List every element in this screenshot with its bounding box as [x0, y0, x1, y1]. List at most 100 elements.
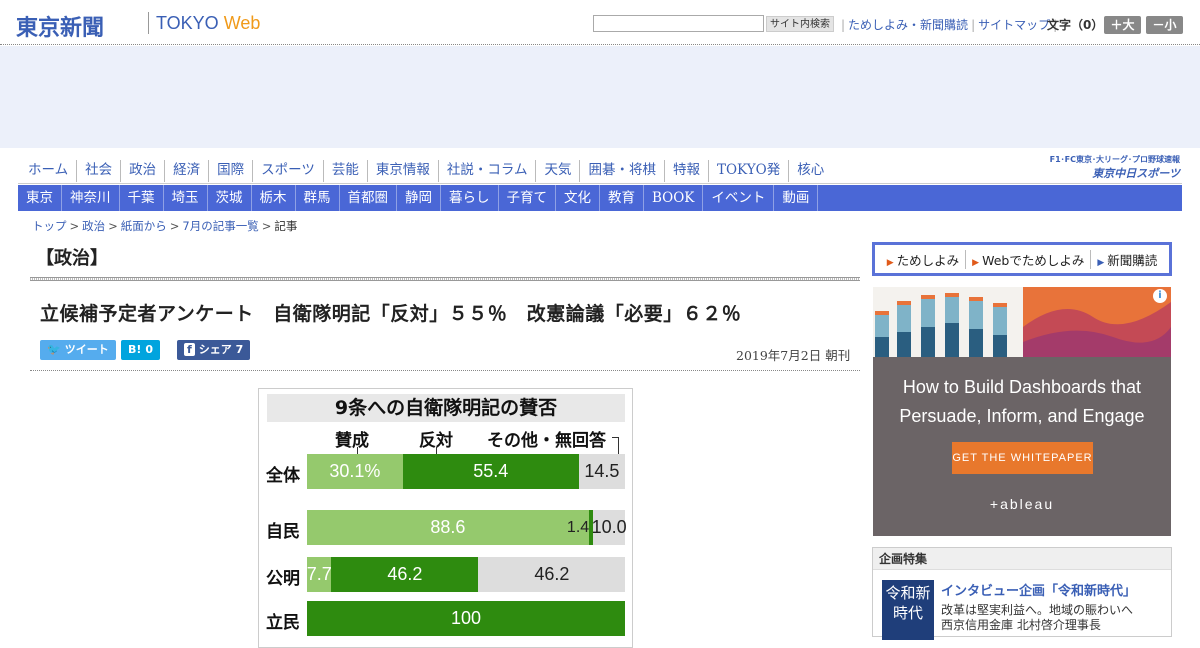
main-nav-item[interactable]: 芸能 [324, 160, 368, 182]
ad-info-icon[interactable]: i [1153, 289, 1167, 303]
chart-data-label: 14.5 [584, 461, 620, 481]
breadcrumb-july-list[interactable]: 7月の記事一覧 [182, 219, 258, 233]
sub-nav-item[interactable]: 千葉 [120, 185, 164, 211]
main-nav: ホーム 社会 政治 経済 国際 スポーツ 芸能 東京情報 社説・コラム 天気 囲碁・将棋 特報 TOKY… [20, 160, 832, 182]
main-nav-item[interactable]: 特報 [665, 160, 709, 182]
sub-nav: 東京 神奈川 千葉 埼玉 茨城 栃木 群馬 首都圏 静岡 暮らし 子育て 文化 教育 BOOK イベント 動画 [18, 185, 1182, 211]
breadcrumb-separator: > [261, 219, 272, 233]
sub-nav-item[interactable]: 埼玉 [164, 185, 208, 211]
breadcrumb-top[interactable]: トップ [32, 219, 67, 233]
main-nav-item[interactable]: スポーツ [253, 160, 324, 182]
subscribe-label: 新聞購読 [1107, 252, 1158, 268]
chart-bar-segment: 14.5 [578, 454, 625, 489]
tweet-label: ツイート [64, 343, 109, 356]
chart-bar-segment: 7.7 [306, 557, 332, 592]
sub-nav-item[interactable]: 子育て [499, 185, 556, 211]
hatena-count: 0 [145, 343, 154, 356]
tweet-button[interactable]: 🐦 ツイート [40, 340, 116, 360]
sub-nav-item[interactable]: 群馬 [296, 185, 340, 211]
breadcrumb-from-paper[interactable]: 紙面から [121, 219, 167, 233]
trial-subscribe-link[interactable]: ためしよみ・新聞購読 [848, 18, 968, 32]
hatena-bookmark-button[interactable]: B! 0 [121, 340, 161, 360]
sub-nav-item[interactable]: 神奈川 [62, 185, 120, 211]
chart-data-label: 46.2 [534, 564, 570, 584]
sub-nav-item[interactable]: 動画 [774, 185, 819, 211]
chart-bar-segment: 46.2 [478, 557, 626, 592]
chart-bar-segment: 10.0 [591, 510, 627, 545]
breadcrumb-separator: > [108, 219, 118, 233]
ad-cta-button[interactable]: GET THE WHITEPAPER [952, 442, 1093, 474]
main-nav-item[interactable]: 社説・コラム [439, 160, 537, 182]
chart-bar-segment: 100 [307, 601, 625, 636]
main-nav-item[interactable]: 天気 [536, 160, 581, 182]
site-search-input[interactable] [593, 15, 764, 32]
article-chart-figure: 9条への自衛隊明記の賛否 賛成 反対 その他・無回答 全体 30.1% 55.4 14… [258, 388, 633, 648]
site-logo[interactable]: 東京新聞 [16, 10, 104, 42]
sub-nav-item[interactable]: 文化 [556, 185, 600, 211]
main-nav-item[interactable]: 経済 [165, 160, 210, 182]
logo-divider [148, 12, 149, 34]
subscribe-link[interactable]: ▶ 新聞購読 [1091, 250, 1163, 269]
font-larger-button[interactable]: ＋大 [1104, 16, 1141, 34]
chart-data-label: 7.7 [306, 564, 332, 584]
sidebar-ad[interactable]: i How to Build Dashboards that Persuade,… [873, 287, 1171, 536]
section-divider [30, 277, 860, 281]
sitemap-link[interactable]: サイトマップ [978, 18, 1050, 32]
main-nav-item[interactable]: 核心 [789, 160, 832, 182]
sub-nav-item[interactable]: 暮らし [441, 185, 499, 211]
feature-subtitle: 改革は堅実利益へ。地域の賑わいへ 西京信用金庫 北村啓介理事長 [941, 603, 1133, 633]
ad-brand-logo: +ableau [989, 496, 1055, 512]
feature-box: 企画特集 令和新時代 インタビュー企画「令和新時代」 改革は堅実利益へ。地域の賑… [872, 547, 1172, 640]
main-nav-item[interactable]: 国際 [209, 160, 254, 182]
sub-nav-item[interactable]: 茨城 [208, 185, 252, 211]
main-nav-item[interactable]: 東京情報 [368, 160, 439, 182]
sub-nav-item[interactable]: 東京 [18, 185, 62, 211]
link-separator: | [971, 18, 976, 32]
font-size-label: 文字（0） [1047, 18, 1104, 32]
main-nav-item[interactable]: 囲碁・将棋 [580, 160, 665, 182]
main-nav-item[interactable]: ホーム [20, 160, 78, 182]
sub-nav-item[interactable]: イベント [703, 185, 775, 211]
trial-read-label: ためしよみ [896, 252, 960, 268]
sub-nav-item[interactable]: 静岡 [397, 185, 441, 211]
sub-nav-item[interactable]: 首都圏 [340, 185, 397, 211]
facebook-share-label: シェア [198, 343, 232, 356]
chart-bar-segment: 46.2 [331, 557, 479, 592]
chart-data-label: 46.2 [387, 564, 423, 584]
main-nav-item[interactable]: 社会 [77, 160, 122, 182]
chart-row-label: 公明 [266, 569, 300, 589]
ad-chart-graphic [873, 287, 1171, 357]
font-smaller-button[interactable]: －小 [1146, 16, 1183, 34]
top-ad-banner [0, 46, 1200, 148]
sports-logo-name: 東京中日スポーツ [1092, 167, 1180, 180]
article-headline: 立候補予定者アンケート 自衛隊明記「反対」５５％ 改憲論議「必要」６２％ [40, 303, 742, 325]
sports-logo-tagline: F1･FC東京･大リーグ･プロ野球速報 [1049, 155, 1180, 164]
sub-nav-item[interactable]: 栃木 [252, 185, 296, 211]
legend-leader-line [612, 437, 619, 438]
web-trial-read-link[interactable]: ▶ Webでためしよみ [966, 249, 1092, 269]
chart-data-label: 10.0 [591, 517, 627, 537]
feature-header: 企画特集 [873, 548, 1171, 570]
facebook-share-count: 7 [235, 343, 244, 356]
feature-thumbnail[interactable]: 令和新時代 [882, 580, 934, 640]
legend-label-other: その他・無回答 [487, 431, 606, 451]
legend-label-approve: 賛成 [335, 431, 369, 451]
tokyo-chunichi-sports-logo[interactable]: F1･FC東京･大リーグ･プロ野球速報 東京中日スポーツ [1026, 154, 1180, 180]
main-nav-divider [18, 183, 1182, 184]
sub-nav-item[interactable]: 教育 [600, 185, 644, 211]
breadcrumb-current: 記事 [274, 219, 298, 233]
breadcrumb: トップ > 政治 > 紙面から >7月の記事一覧 > 記事 [32, 218, 297, 234]
facebook-icon: f [184, 343, 195, 356]
tokyo-web-logo[interactable]: TOKYO Web [156, 13, 260, 34]
trial-read-link[interactable]: ▶ ためしよみ [881, 249, 967, 269]
facebook-share-button[interactable]: f シェア 7 [177, 340, 251, 360]
sub-nav-item[interactable]: BOOK [644, 185, 704, 211]
breadcrumb-politics[interactable]: 政治 [82, 219, 105, 233]
site-search-button[interactable]: サイト内検索 [766, 16, 834, 32]
ad-headline: How to Build Dashboards that Persuade, I… [899, 377, 1145, 426]
chart-data-label: 30.1% [329, 461, 381, 481]
feature-title-link[interactable]: インタビュー企画「令和新時代」 [941, 580, 1136, 599]
main-nav-item[interactable]: 政治 [121, 160, 166, 182]
main-nav-item[interactable]: TOKYO発 [709, 160, 790, 182]
logo-tokyo-text: TOKYO [156, 13, 224, 33]
